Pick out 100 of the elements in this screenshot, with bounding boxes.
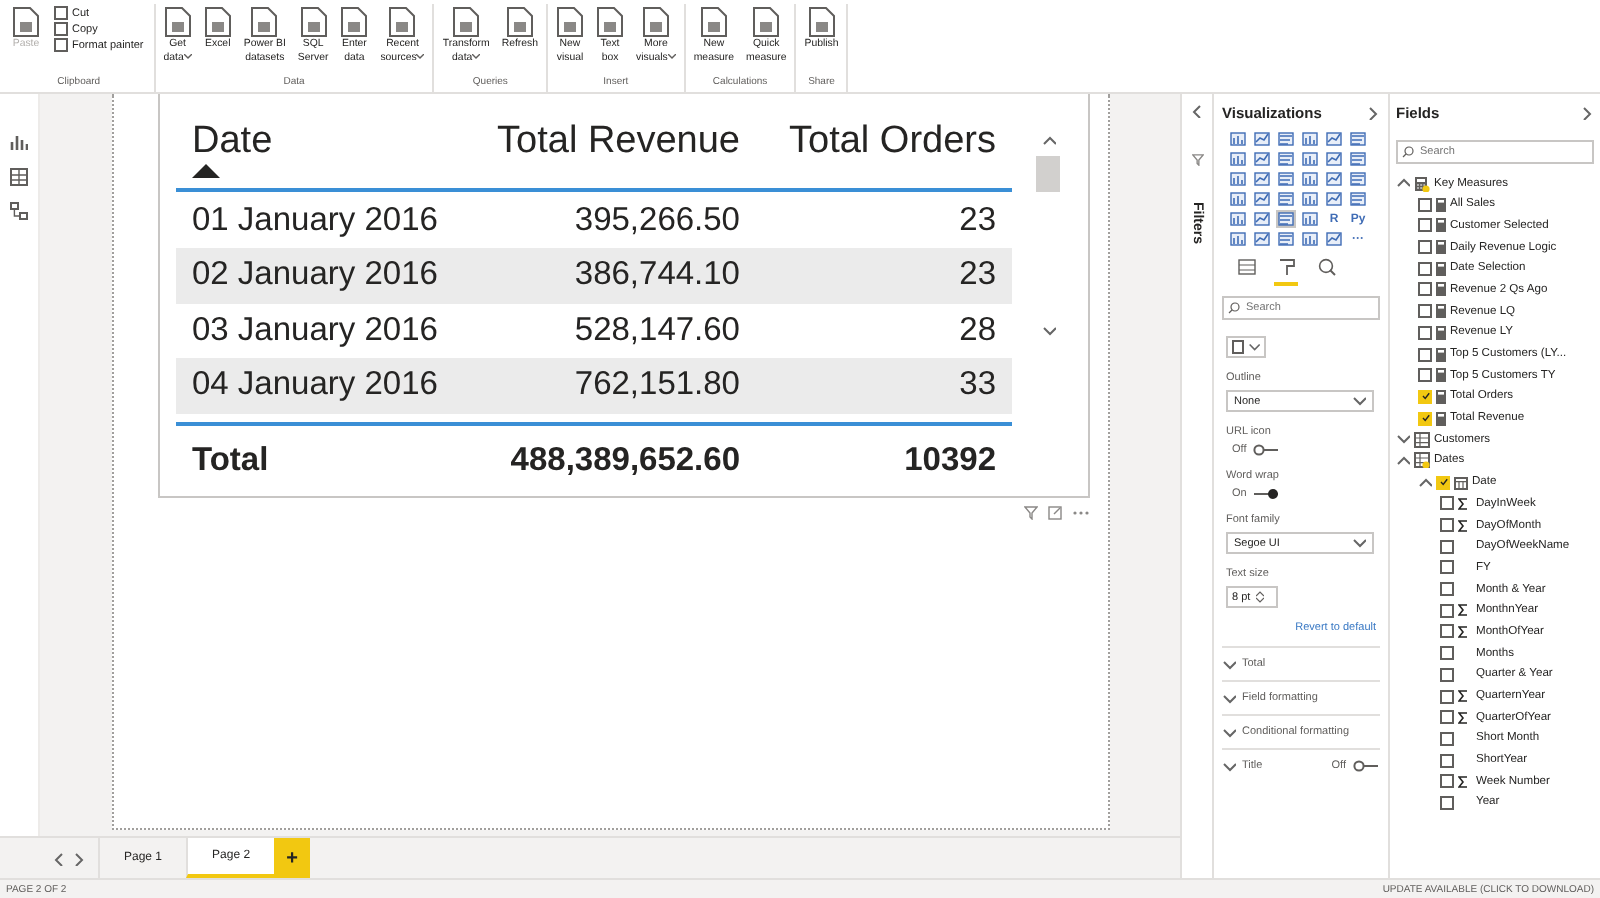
chevron-icon[interactable] bbox=[1222, 657, 1236, 672]
visual-type-icon[interactable] bbox=[1276, 150, 1296, 169]
checkbox[interactable] bbox=[1418, 197, 1432, 212]
toggle-switch[interactable] bbox=[1352, 760, 1380, 773]
visual-type-icon[interactable] bbox=[1228, 230, 1248, 249]
collapse-icon[interactable] bbox=[1396, 176, 1410, 191]
checkbox[interactable] bbox=[1440, 753, 1454, 768]
checkbox[interactable] bbox=[1418, 368, 1432, 383]
chevron-icon[interactable] bbox=[1222, 691, 1236, 706]
visual-type-icon[interactable] bbox=[1324, 130, 1344, 149]
visual-type-icon[interactable] bbox=[1252, 230, 1272, 249]
collapse-icon[interactable] bbox=[1396, 453, 1410, 468]
visual-type-icon[interactable] bbox=[1300, 130, 1320, 149]
checkbox[interactable] bbox=[1418, 282, 1432, 297]
visual-type-icon[interactable] bbox=[1324, 230, 1344, 249]
visual-type-icon[interactable] bbox=[1324, 170, 1344, 189]
visual-type-icon[interactable] bbox=[1276, 210, 1296, 229]
checkbox[interactable] bbox=[1440, 795, 1454, 810]
visual-type-icon[interactable] bbox=[1228, 170, 1248, 189]
expand-icon[interactable] bbox=[1396, 432, 1410, 447]
checkbox[interactable] bbox=[1440, 603, 1454, 618]
bar-chart-icon[interactable] bbox=[10, 134, 28, 153]
search-icon bbox=[1228, 302, 1240, 315]
chevron-icon[interactable] bbox=[1222, 759, 1236, 774]
checkbox[interactable] bbox=[1418, 218, 1432, 233]
visual-type-icon[interactable] bbox=[1300, 210, 1320, 229]
visual-type-icon[interactable] bbox=[1252, 130, 1272, 149]
visual-type-icon[interactable] bbox=[1300, 190, 1320, 209]
table-cell: 01 January 2016 bbox=[192, 201, 438, 238]
table-icon[interactable] bbox=[10, 168, 28, 187]
checkbox[interactable] bbox=[1418, 240, 1432, 255]
collapse-icon[interactable] bbox=[1418, 475, 1432, 490]
format-tab[interactable] bbox=[1274, 258, 1298, 287]
checkbox[interactable] bbox=[1440, 667, 1454, 682]
checkbox[interactable] bbox=[1440, 731, 1454, 746]
checkbox[interactable] bbox=[1440, 539, 1454, 554]
visual-type-icon[interactable] bbox=[1252, 170, 1272, 189]
column-header[interactable]: Date bbox=[176, 94, 460, 179]
column-header[interactable]: Total Orders bbox=[740, 94, 996, 165]
visual-type-icon[interactable] bbox=[1252, 210, 1272, 229]
column-header[interactable]: Total Revenue bbox=[460, 94, 740, 165]
checkbox[interactable] bbox=[1440, 646, 1454, 661]
visual-type-icon[interactable] bbox=[1348, 130, 1368, 149]
caret-icon bbox=[472, 53, 481, 59]
visual-type-icon[interactable] bbox=[1324, 150, 1344, 169]
add-page-button[interactable]: + bbox=[274, 838, 311, 879]
visual-type-icon[interactable] bbox=[1348, 190, 1368, 209]
calculator-icon bbox=[1436, 282, 1446, 297]
caret-icon[interactable] bbox=[1248, 340, 1260, 355]
checkbox[interactable] bbox=[1440, 774, 1454, 789]
checkbox[interactable] bbox=[1440, 582, 1454, 597]
table-visual[interactable]: Date Total Revenue Total Orders 01 January 2016 395,266.50 23 02 January 2016 386,744.10 23 03 January 2016 528,147.60 28 04 January 2016 762,151.80 33 Total 488,389,652.60 10392 bbox=[158, 94, 1090, 499]
collapse-icon[interactable] bbox=[1580, 105, 1594, 120]
checkbox[interactable] bbox=[1440, 560, 1454, 575]
caret-icon bbox=[667, 53, 676, 59]
focus-mode-icon[interactable] bbox=[1048, 506, 1062, 521]
visual-type-icon[interactable] bbox=[1228, 190, 1248, 209]
checkbox[interactable] bbox=[1418, 347, 1432, 362]
scrollbar-thumb[interactable] bbox=[1036, 156, 1060, 193]
checkbox[interactable] bbox=[1440, 496, 1454, 511]
caret-icon[interactable] bbox=[1352, 394, 1366, 409]
visual-type-icon[interactable] bbox=[1228, 130, 1248, 149]
caret-icon[interactable] bbox=[1352, 536, 1366, 551]
visual-type-icon[interactable] bbox=[1276, 190, 1296, 209]
expand-icon[interactable] bbox=[1190, 104, 1204, 119]
scroll-down-icon[interactable] bbox=[1041, 324, 1055, 339]
toggle-switch[interactable] bbox=[1252, 488, 1281, 501]
toggle-switch[interactable] bbox=[1252, 444, 1281, 457]
visual-type-icon[interactable] bbox=[1348, 150, 1368, 169]
table-cell: 33 bbox=[959, 366, 996, 403]
visual-type-icon[interactable] bbox=[1276, 230, 1296, 249]
visual-type-icon[interactable] bbox=[1300, 230, 1320, 249]
visual-type-icon[interactable] bbox=[1324, 190, 1344, 209]
scroll-up-icon[interactable] bbox=[1041, 134, 1055, 149]
checkbox[interactable] bbox=[1418, 304, 1432, 319]
visual-type-icon[interactable] bbox=[1252, 150, 1272, 169]
search-icon bbox=[1402, 146, 1414, 159]
chevron-icon[interactable] bbox=[1222, 725, 1236, 740]
calculator-icon bbox=[1436, 240, 1446, 255]
checkbox[interactable] bbox=[1418, 325, 1432, 340]
collapse-icon[interactable] bbox=[1366, 105, 1380, 120]
diagram-icon[interactable] bbox=[10, 202, 28, 221]
visual-type-icon[interactable] bbox=[1348, 170, 1368, 189]
checkbox[interactable] bbox=[1440, 518, 1454, 533]
visual-type-icon[interactable] bbox=[1228, 210, 1248, 229]
total-cell: 488,389,652.60 bbox=[510, 441, 740, 478]
visual-type-icon[interactable] bbox=[1276, 170, 1296, 189]
visual-type-icon[interactable] bbox=[1228, 150, 1248, 169]
next-page-icon[interactable] bbox=[72, 851, 86, 866]
checkbox[interactable] bbox=[1440, 689, 1454, 704]
previous-page-icon[interactable] bbox=[52, 851, 66, 866]
checkbox[interactable] bbox=[1440, 624, 1454, 639]
checkbox[interactable] bbox=[1440, 710, 1454, 725]
visual-type-icon[interactable] bbox=[1300, 150, 1320, 169]
color-picker[interactable] bbox=[1226, 336, 1266, 359]
visual-type-icon[interactable] bbox=[1300, 170, 1320, 189]
filter-icon[interactable] bbox=[1024, 506, 1038, 521]
visual-type-icon[interactable] bbox=[1276, 130, 1296, 149]
visual-type-icon[interactable] bbox=[1252, 190, 1272, 209]
checkbox[interactable] bbox=[1418, 261, 1432, 276]
